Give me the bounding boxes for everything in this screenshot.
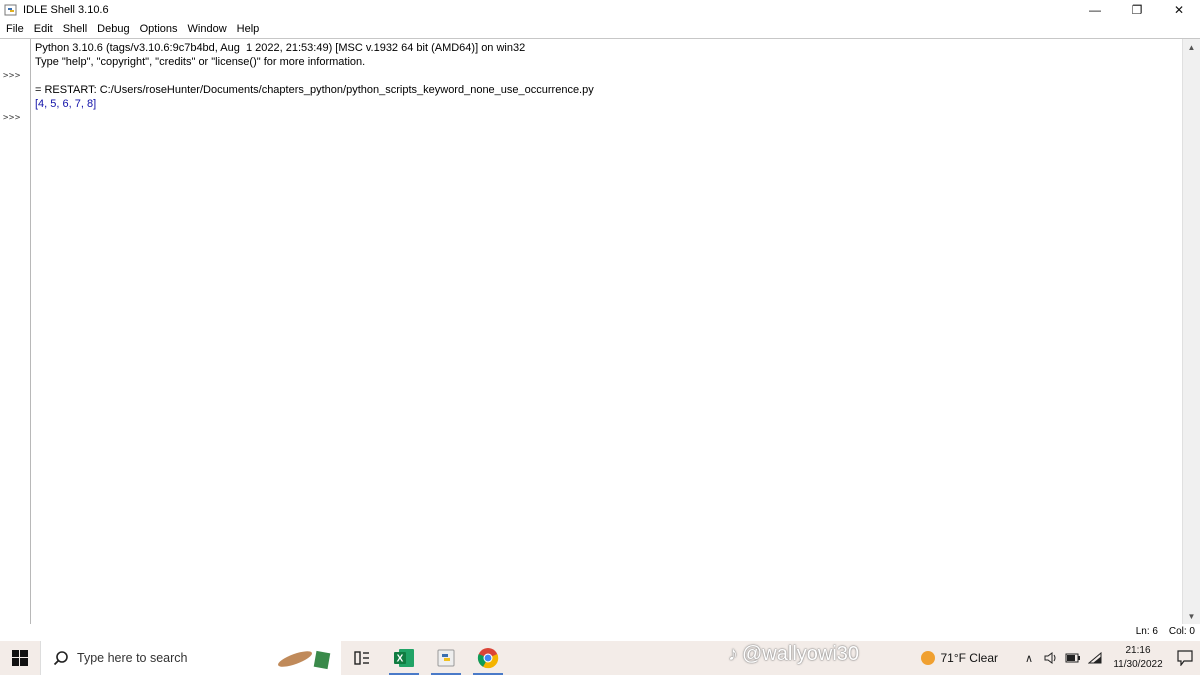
python-idle-icon xyxy=(437,649,455,667)
windows-logo-icon xyxy=(12,650,28,666)
status-column-number: Col: 0 xyxy=(1168,626,1195,637)
shell-banner-line: Python 3.10.6 (tags/v3.10.6:9c7b4bd, Aug… xyxy=(35,42,526,54)
volume-icon[interactable] xyxy=(1040,641,1062,675)
wifi-icon[interactable] xyxy=(1084,641,1106,675)
notification-icon xyxy=(1177,650,1193,666)
prompt-gutter: >>> >>> xyxy=(0,39,31,625)
title-bar: IDLE Shell 3.10.6 — ❐ ✕ xyxy=(0,0,1200,20)
tiktok-watermark: ♪ @wallyowi30 xyxy=(728,641,859,667)
shell-text-area[interactable]: Python 3.10.6 (tags/v3.10.6:9c7b4bd, Aug… xyxy=(35,39,1182,625)
restore-icon: ❐ xyxy=(1131,3,1143,17)
chrome-icon xyxy=(477,648,499,669)
svg-text:X: X xyxy=(397,654,404,665)
search-icon xyxy=(53,650,69,666)
tiktok-logo-icon: ♪ xyxy=(728,642,738,665)
windows-taskbar: Type here to search X ♪ @wallyowi30 71°F… xyxy=(0,641,1200,675)
shell-help-line: Type "help", "copyright", "credits" or "… xyxy=(35,56,366,68)
start-button[interactable] xyxy=(0,641,40,675)
taskbar-idle[interactable] xyxy=(425,641,467,675)
taskbar-chrome[interactable] xyxy=(467,641,509,675)
scroll-down-icon[interactable]: ▼ xyxy=(1183,608,1200,625)
menu-edit[interactable]: Edit xyxy=(29,21,58,37)
shell-prompt: >>> xyxy=(3,113,21,123)
excel-icon: X xyxy=(394,649,414,667)
taskbar-search-box[interactable]: Type here to search xyxy=(40,641,341,675)
battery-icon[interactable] xyxy=(1062,641,1084,675)
restore-button[interactable]: ❐ xyxy=(1116,0,1158,20)
system-tray: 71°F Clear ∧ 21:16 11/30/2022 xyxy=(920,641,1200,675)
vertical-scrollbar[interactable]: ▲ ▼ xyxy=(1182,39,1200,625)
show-hidden-icons-button[interactable]: ∧ xyxy=(1018,641,1040,675)
window-title: IDLE Shell 3.10.6 xyxy=(23,4,109,16)
shell-editor[interactable]: >>> >>> Python 3.10.6 (tags/v3.10.6:9c7b… xyxy=(0,38,1200,625)
task-view-button[interactable] xyxy=(341,641,383,675)
menu-help[interactable]: Help xyxy=(232,21,265,37)
search-highlight-art-icon xyxy=(277,650,331,670)
chevron-up-icon: ∧ xyxy=(1024,652,1034,665)
clock-date: 11/30/2022 xyxy=(1113,659,1163,670)
shell-output-line: [4, 5, 6, 7, 8] xyxy=(35,98,97,110)
menu-window[interactable]: Window xyxy=(183,21,232,37)
watermark-text: @wallyowi30 xyxy=(742,642,860,665)
task-view-icon xyxy=(354,651,369,665)
taskbar-excel[interactable]: X xyxy=(383,641,425,675)
notification-center-button[interactable] xyxy=(1170,641,1200,675)
shell-restart-line: = RESTART: C:/Users/roseHunter/Documents… xyxy=(35,84,594,96)
status-bar: Ln: 6 Col: 0 xyxy=(0,624,1200,640)
weather-sun-icon xyxy=(920,651,935,665)
shell-prompt: >>> xyxy=(3,71,21,81)
menu-file[interactable]: File xyxy=(0,21,29,37)
close-button[interactable]: ✕ xyxy=(1158,0,1200,20)
menu-options[interactable]: Options xyxy=(135,21,183,37)
taskbar-clock[interactable]: 21:16 11/30/2022 xyxy=(1106,644,1170,672)
status-line-number: Ln: 6 xyxy=(1135,626,1158,637)
menu-debug[interactable]: Debug xyxy=(92,21,134,37)
weather-text[interactable]: 71°F Clear xyxy=(941,651,999,665)
minimize-button[interactable]: — xyxy=(1074,0,1116,20)
minimize-icon: — xyxy=(1089,3,1101,17)
close-icon: ✕ xyxy=(1173,3,1185,17)
clock-time: 21:16 xyxy=(1125,645,1151,656)
idle-app-icon xyxy=(4,3,18,17)
menu-bar: File Edit Shell Debug Options Window Hel… xyxy=(0,21,1200,37)
scroll-up-icon[interactable]: ▲ xyxy=(1183,39,1200,56)
menu-shell[interactable]: Shell xyxy=(58,21,92,37)
search-placeholder: Type here to search xyxy=(77,651,188,665)
